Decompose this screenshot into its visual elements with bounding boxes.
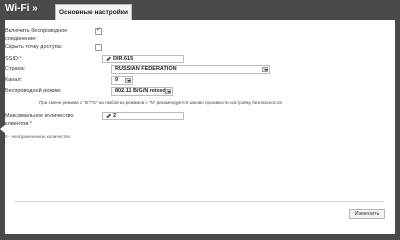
mode-label: Беспроводной режим: <box>5 88 62 94</box>
max-clients-value: 2 <box>113 113 117 119</box>
max-clients-input[interactable]: 2 <box>102 112 184 120</box>
dropdown-arrow-icon[interactable] <box>165 89 171 94</box>
hide-ap-label: Скрыть точку доступа: <box>5 44 63 50</box>
dropdown-arrow-icon[interactable] <box>125 78 131 83</box>
country-select[interactable]: RUSSIAN FEDERATION <box>111 65 270 74</box>
tab-basic-settings[interactable]: Основные настройки <box>55 4 132 20</box>
enable-wireless-label: Включить беспроводное соединение: <box>5 28 68 42</box>
country-value: RUSSIAN FEDERATION <box>115 66 177 72</box>
hide-ap-checkbox[interactable] <box>95 44 102 51</box>
ssid-value: DIR.615 <box>113 56 134 62</box>
pencil-icon <box>106 113 111 118</box>
ssid-input[interactable]: DIR.615 <box>102 55 184 63</box>
channel-label: Канал: <box>5 77 23 83</box>
max-clients-label: Максимальное количество клиентов:* <box>5 113 74 127</box>
divider <box>14 201 384 202</box>
mode-change-note: При смене режима с "B"/"G" на любой из р… <box>39 100 282 105</box>
right-frame <box>395 20 400 240</box>
country-label: Страна: <box>5 66 26 72</box>
channel-select[interactable]: 9 <box>111 76 133 85</box>
required-mark: * <box>29 121 32 127</box>
top-bar: Wi-Fi » Основные настройки <box>0 0 400 20</box>
channel-value: 9 <box>115 77 119 83</box>
pencil-icon <box>106 56 111 61</box>
enable-wireless-checkbox[interactable] <box>95 26 102 35</box>
section-title: Wi-Fi » <box>5 3 38 14</box>
dropdown-arrow-icon[interactable] <box>262 67 268 72</box>
required-mark: * <box>19 56 22 62</box>
ssid-label: SSID:* <box>5 56 22 62</box>
router-settings-window: Wi-Fi » Основные настройки Включить бесп… <box>0 0 400 240</box>
mode-value: 802.11 B/G/N mixed <box>115 88 166 94</box>
change-button[interactable]: Изменить <box>349 209 385 219</box>
bottom-frame <box>0 234 400 240</box>
max-clients-hint: 0 - неограниченное количество <box>5 134 71 139</box>
mode-select[interactable]: 802.11 B/G/N mixed <box>111 87 173 96</box>
